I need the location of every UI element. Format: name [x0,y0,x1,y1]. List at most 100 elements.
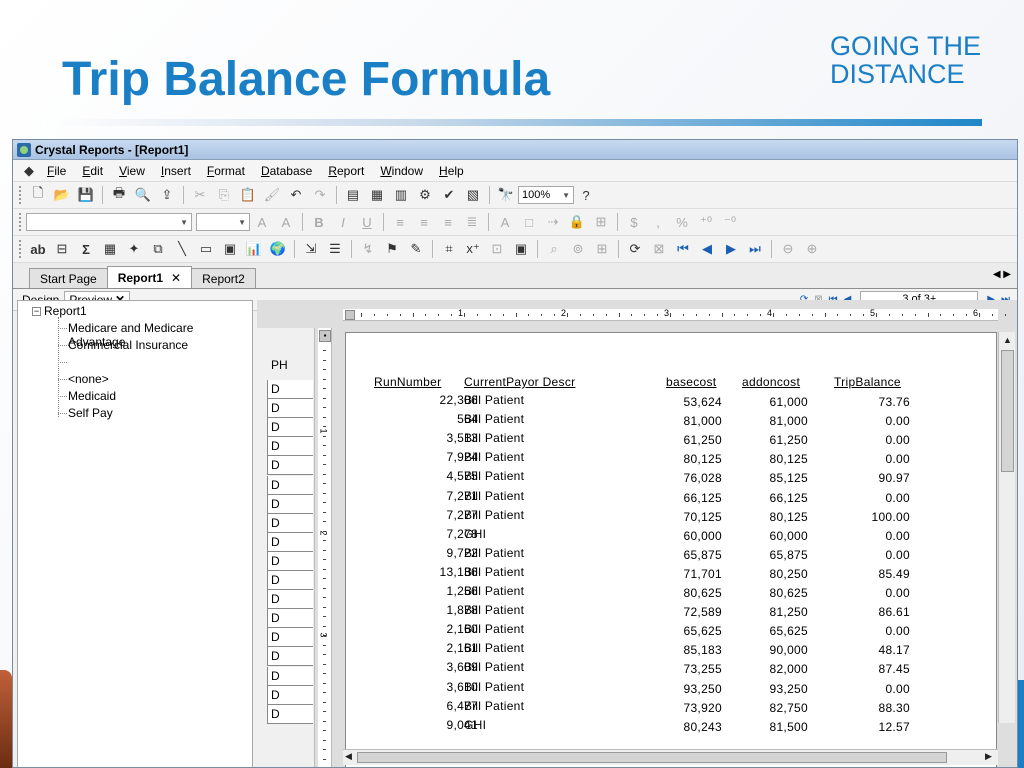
insert-chart-icon[interactable]: 📊 [245,240,263,258]
insert-text-object-icon[interactable]: ab [29,240,47,258]
select-expert-icon[interactable]: ⚑ [383,240,401,258]
italic-icon[interactable]: I [334,213,352,231]
menu-edit[interactable]: Edit [82,164,103,178]
show-sql-icon[interactable]: ⌕ [545,240,563,258]
insert-picture-icon[interactable]: ▣ [221,240,239,258]
percent-icon[interactable]: % [673,213,691,231]
menu-view[interactable]: View [119,164,145,178]
toggle-tree-icon[interactable]: ▤ [344,186,362,204]
dependency-checker-icon[interactable]: ✔ [440,186,458,204]
insert-olap-icon[interactable]: ✦ [125,240,143,258]
toolbar-grip[interactable] [19,213,22,231]
font-name-select[interactable]: ▼ [26,213,192,231]
border-icon[interactable]: □ [520,213,538,231]
collapse-icon[interactable]: − [32,306,41,316]
insert-box-icon[interactable]: ▭ [197,240,215,258]
repository-explorer-icon[interactable]: ⚙ [416,186,434,204]
vertical-scrollbar[interactable]: ▲ [998,332,1015,723]
paste-icon[interactable]: 📋 [239,186,257,204]
next-page-icon[interactable]: ▶ [722,240,740,258]
cut-icon[interactable]: ✂ [191,186,209,204]
decrease-decimals-icon[interactable]: ⁻⁰ [721,213,739,231]
report-explorer-icon[interactable]: ▥ [392,186,410,204]
tree-node-medicaid[interactable]: Medicaid [68,389,116,403]
menu-report[interactable]: Report [328,164,364,178]
print-preview-icon[interactable]: 🔍 [134,186,152,204]
horizontal-scrollbar[interactable]: ◀ ▶ [343,749,998,765]
group-expert-icon[interactable]: ⇲ [302,240,320,258]
bold-icon[interactable]: B [310,213,328,231]
refresh-icon[interactable]: ⟳ [626,240,644,258]
align-right-icon[interactable]: ≡ [439,213,457,231]
first-page-icon[interactable]: ⏮ [674,240,692,258]
template-expert-icon[interactable]: ▣ [512,240,530,258]
insert-line-icon[interactable]: ╲ [173,240,191,258]
menu-insert[interactable]: Insert [161,164,191,178]
redo-icon[interactable]: ↷ [311,186,329,204]
stop-icon[interactable]: ⊠ [650,240,668,258]
menu-database[interactable]: Database [261,164,312,178]
thousands-icon[interactable]: , [649,213,667,231]
section-expert-icon[interactable]: ⌗ [440,240,458,258]
align-center-icon[interactable]: ≡ [415,213,433,231]
zoom-select[interactable]: 100% ▼ [518,186,574,204]
toolbar-grip[interactable] [19,186,22,204]
undo-icon[interactable]: ↶ [287,186,305,204]
suppress-icon[interactable]: ⇢ [544,213,562,231]
insert-map-icon[interactable]: 🌍 [269,240,287,258]
scroll-right-icon[interactable]: ▶ [985,751,992,762]
scroll-thumb[interactable] [1001,350,1014,472]
formula-x-icon[interactable]: x⁺ [464,240,482,258]
app-menu-icon[interactable]: ◆ [20,162,38,180]
align-left-icon[interactable]: ≡ [391,213,409,231]
database-expert-icon[interactable]: ⊡ [488,240,506,258]
tree-root[interactable]: − Report1 [32,304,87,318]
insert-subreport-icon[interactable]: ⧉ [149,240,167,258]
justify-icon[interactable]: ≣ [463,213,481,231]
tab-start-page[interactable]: Start Page [29,268,108,288]
previous-page-icon[interactable]: ◀ [698,240,716,258]
lock-format-icon[interactable]: 🔒 [568,213,586,231]
workbench-icon[interactable]: ▧ [464,186,482,204]
currency-icon[interactable]: $ [625,213,643,231]
menu-window[interactable]: Window [380,164,423,178]
scroll-thumb[interactable] [357,752,947,763]
lock-size-icon[interactable]: ⊞ [592,213,610,231]
menu-help[interactable]: Help [439,164,464,178]
close-icon[interactable]: ✕ [171,271,181,285]
insert-crosstab-icon[interactable]: ▦ [101,240,119,258]
save-icon[interactable]: 💾 [77,186,95,204]
tree-node-none[interactable]: <none> [68,372,109,386]
find-icon[interactable]: 🔭 [497,186,515,204]
new-icon[interactable]: 🗋 [29,185,47,204]
scroll-up-icon[interactable]: ▲ [1003,335,1012,345]
back-icon[interactable]: ⊖ [779,240,797,258]
field-explorer-icon[interactable]: ▦ [368,186,386,204]
font-color-icon[interactable]: A [496,213,514,231]
tab-report1[interactable]: Report1 ✕ [106,266,193,288]
sort-expert-icon[interactable]: ☰ [326,240,344,258]
formula-workshop-icon[interactable]: ✎ [407,240,425,258]
increase-font-icon[interactable]: A [253,213,271,231]
tab-report2[interactable]: Report2 [191,268,256,288]
insert-group-icon[interactable]: ⊟ [53,240,71,258]
print-icon[interactable]: 🖶 [110,185,128,204]
menu-file[interactable]: File [47,164,66,178]
forward-icon[interactable]: ⊕ [803,240,821,258]
font-size-select[interactable]: ▼ [196,213,250,231]
scroll-left-icon[interactable]: ◀ [345,751,352,762]
toolbar-grip[interactable] [19,240,22,258]
copy-icon[interactable]: ⎘ [215,186,233,204]
underline-icon[interactable]: U [358,213,376,231]
menu-format[interactable]: Format [207,164,245,178]
insert-summary-icon[interactable]: Σ [77,240,95,258]
last-page-icon[interactable]: ⏭ [746,240,764,258]
tree-node-self-pay[interactable]: Self Pay [68,406,113,420]
top-n-expert-icon[interactable]: ↯ [359,240,377,258]
increase-decimals-icon[interactable]: ⁺⁰ [697,213,715,231]
decrease-font-icon[interactable]: A [277,213,295,231]
tab-scroll-arrows[interactable]: ◀ ▶ [993,269,1011,280]
open-icon[interactable]: 📂 [53,186,71,204]
refresh-data-icon[interactable]: ⊚ [569,240,587,258]
format-painter-icon[interactable]: 🖌 [263,186,281,204]
